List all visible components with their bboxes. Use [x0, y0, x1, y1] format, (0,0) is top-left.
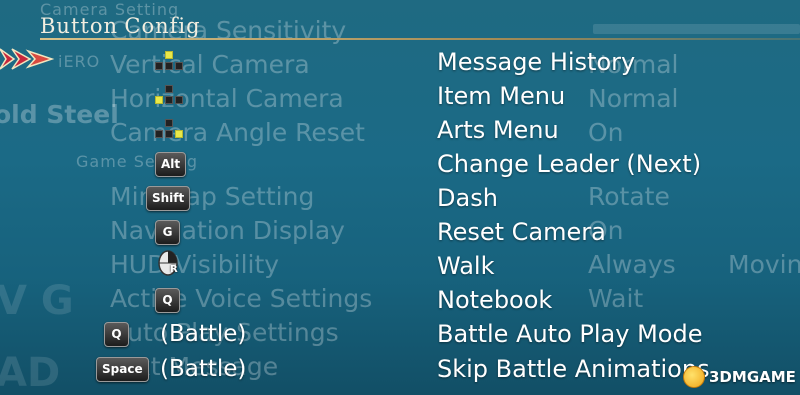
key-glyph: Shift [146, 183, 191, 213]
header-divider [40, 38, 800, 40]
mouse-button-label: R [170, 264, 178, 275]
action-label: Walk [437, 252, 495, 280]
sensitivity-slider [593, 24, 800, 34]
binding-row[interactable]: R Walk [0, 250, 800, 282]
title-second-word: Config [124, 14, 201, 38]
mouse-right-click-icon: R [157, 250, 181, 282]
action-label: Item Menu [437, 82, 566, 110]
action-label: Message History [437, 48, 636, 76]
action-label: Arts Menu [437, 116, 559, 144]
action-label: Change Leader (Next) [437, 150, 702, 178]
keyboard-key: G [155, 219, 180, 245]
binding-row[interactable]: Message History [0, 47, 800, 77]
binding-row[interactable]: G Reset Camera [0, 217, 800, 247]
action-label: Dash [437, 184, 498, 212]
battle-qualifier: (Battle) [160, 356, 247, 382]
binding-row[interactable]: Q Notebook [0, 285, 800, 315]
binding-row[interactable]: Shift Dash [0, 183, 800, 213]
action-label: Reset Camera [437, 218, 606, 246]
key-glyph: Space [96, 354, 149, 384]
keyboard-key: Q [104, 321, 129, 347]
action-label: Skip Battle Animations [437, 355, 710, 383]
page-title: Button Config [40, 14, 201, 38]
key-glyph [155, 47, 183, 77]
dpad-icon [155, 85, 183, 107]
binding-row[interactable]: Item Menu [0, 81, 800, 111]
watermark-text: 3DMGAME [709, 368, 796, 386]
key-glyph [155, 115, 183, 145]
key-glyph: R [157, 250, 181, 282]
watermark: 3DMGAME [683, 365, 796, 389]
keyboard-key: Alt [155, 151, 187, 177]
dpad-icon [155, 51, 183, 73]
action-label: Battle Auto Play Mode [437, 320, 703, 348]
key-glyph [155, 81, 183, 111]
binding-row[interactable]: Arts Menu [0, 115, 800, 145]
keyboard-key: Space [96, 356, 149, 382]
key-glyph: Alt [155, 149, 187, 179]
watermark-logo-icon [683, 366, 705, 388]
binding-row[interactable]: Space (Battle) Skip Battle Animations [0, 354, 800, 384]
action-label: Notebook [437, 286, 553, 314]
binding-row[interactable]: Q (Battle) Battle Auto Play Mode [0, 319, 800, 349]
battle-qualifier: (Battle) [160, 321, 247, 347]
key-glyph: Q [155, 285, 180, 315]
keyboard-key: Shift [146, 185, 191, 211]
keyboard-key: Q [155, 287, 180, 313]
binding-row[interactable]: Alt Change Leader (Next) [0, 149, 800, 179]
title-first-word: Button [40, 14, 119, 38]
dpad-icon [155, 119, 183, 141]
key-glyph: G [155, 217, 180, 247]
key-glyph: Q [104, 319, 129, 349]
